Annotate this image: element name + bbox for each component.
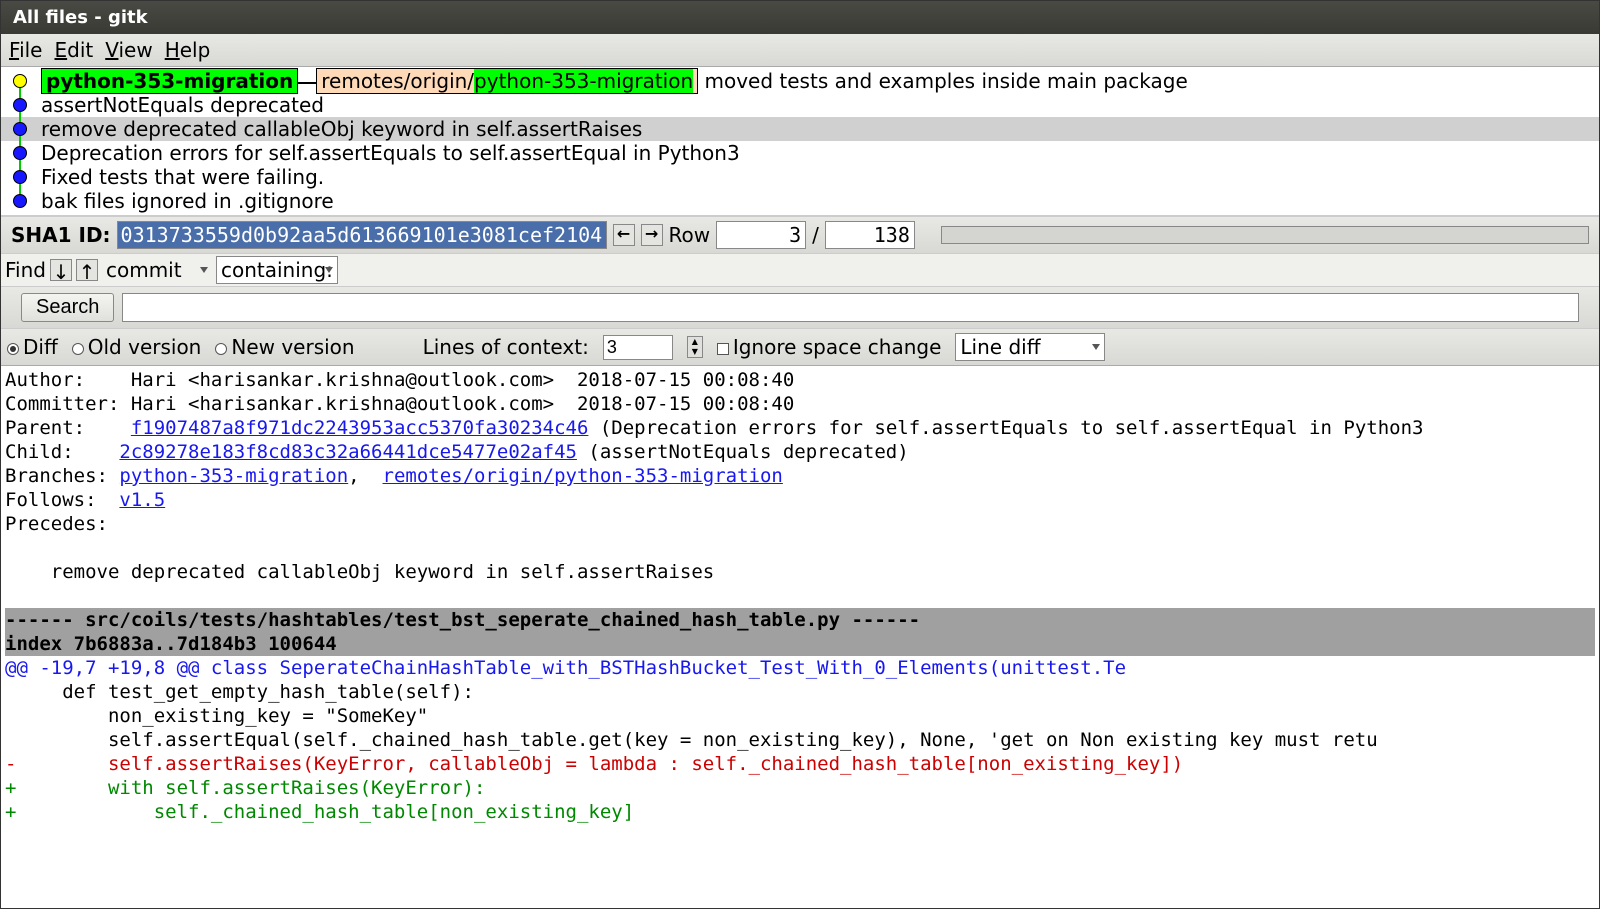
menu-view[interactable]: View xyxy=(105,38,152,62)
menubar: File Edit View Help xyxy=(1,34,1599,67)
branch-link-2[interactable]: remotes/origin/python-353-migration xyxy=(383,465,783,487)
checkbox-icon xyxy=(717,343,729,355)
gitk-window: All files - gitk File Edit View Help pyt… xyxy=(0,0,1600,909)
context-spinner[interactable]: ▲▼ xyxy=(687,336,703,358)
radio-new-icon xyxy=(215,343,227,355)
diff-hunk-header: @@ -19,7 +19,8 @@ class SeperateChainHas… xyxy=(5,657,1126,679)
row-current-input[interactable] xyxy=(716,221,806,249)
commit-dot-icon xyxy=(13,98,27,112)
commit-row[interactable]: Deprecation errors for self.assertEquals… xyxy=(1,141,1599,165)
find-next-button[interactable]: ↓ xyxy=(50,259,72,281)
branch-tag-local[interactable]: python-353-migration xyxy=(41,68,298,94)
commit-dot-icon xyxy=(13,122,27,136)
diff-context-line: non_existing_key = "SomeKey" xyxy=(5,705,428,727)
commit-dot-icon xyxy=(13,146,27,160)
radio-old-icon xyxy=(72,343,84,355)
parent-line: Parent: f1907487a8f971dc2243953acc5370fa… xyxy=(5,417,1423,439)
search-button[interactable]: Search xyxy=(21,293,114,322)
radio-diff[interactable]: Diff xyxy=(7,335,58,359)
follows-tag-link[interactable]: v1.5 xyxy=(119,489,165,511)
commit-message-cell: assertNotEquals deprecated xyxy=(39,93,1599,117)
tag-connector-icon xyxy=(298,82,316,84)
graph-column xyxy=(1,141,39,165)
commit-row[interactable]: python-353-migration remotes/origin/pytho… xyxy=(1,69,1599,93)
commit-dot-icon xyxy=(13,194,27,208)
diff-added-line: + with self.assertRaises(KeyError): xyxy=(5,777,485,799)
diff-file-header: ------ src/coils/tests/hashtables/test_b… xyxy=(5,608,1595,632)
menu-help[interactable]: Help xyxy=(165,38,211,62)
branch-tag-remote[interactable]: remotes/origin/python-353-migration xyxy=(316,68,698,94)
window-title: All files - gitk xyxy=(13,7,148,28)
sha-input[interactable] xyxy=(117,221,607,249)
diff-index-header: index 7b6883a..7d184b3 100644 xyxy=(5,632,1595,656)
commit-message-cell: python-353-migration remotes/origin/pytho… xyxy=(39,69,1599,93)
follows-line: Follows: v1.5 xyxy=(5,489,165,511)
find-scope-dropdown[interactable]: commit xyxy=(102,257,212,283)
diff-view-pane[interactable]: Author: Hari <harisankar.krishna@outlook… xyxy=(1,366,1599,908)
graph-column xyxy=(1,165,39,189)
diff-mode-dropdown[interactable]: Line diff xyxy=(955,333,1105,361)
radio-diff-icon xyxy=(7,343,19,355)
branch-link-1[interactable]: python-353-migration xyxy=(119,465,348,487)
menu-edit[interactable]: Edit xyxy=(54,38,93,62)
diff-context-line: self.assertEqual(self._chained_hash_tabl… xyxy=(5,729,1378,751)
window-titlebar: All files - gitk xyxy=(1,1,1599,34)
graph-column xyxy=(1,69,39,93)
sha-label: SHA1 ID: xyxy=(11,223,111,247)
branches-line: Branches: python-353-migration, remotes/… xyxy=(5,465,783,487)
find-mode-dropdown[interactable]: containing: xyxy=(216,256,338,284)
menu-file[interactable]: File xyxy=(9,38,42,62)
commit-graph-pane[interactable]: python-353-migration remotes/origin/pytho… xyxy=(1,67,1599,216)
find-bar: Find ↓ ↑ commit containing: xyxy=(1,254,1599,287)
child-sha-link[interactable]: 2c89278e183f8cd83c32a66441dce5477e02af45 xyxy=(119,441,577,463)
search-bar: Search xyxy=(1,287,1599,329)
commit-dot-icon xyxy=(13,170,27,184)
graph-column xyxy=(1,189,39,213)
nav-forward-button[interactable]: → xyxy=(641,224,663,246)
diff-options-bar: Diff Old version New version Lines of co… xyxy=(1,329,1599,366)
commit-dot-head-icon xyxy=(13,74,27,88)
commit-message-cell: bak files ignored in .gitignore xyxy=(39,189,1599,213)
radio-old-version[interactable]: Old version xyxy=(72,335,202,359)
child-line: Child: 2c89278e183f8cd83c32a66441dce5477… xyxy=(5,441,909,463)
chevron-down-icon[interactable]: ▼ xyxy=(688,347,702,357)
author-line: Author: Hari <harisankar.krishna@outlook… xyxy=(5,369,794,391)
precedes-line: Precedes: xyxy=(5,513,108,535)
radio-new-version[interactable]: New version xyxy=(215,335,354,359)
commit-row[interactable]: assertNotEquals deprecated xyxy=(1,93,1599,117)
sha-bar: SHA1 ID: ← → Row / xyxy=(1,216,1599,254)
graph-column xyxy=(1,117,39,141)
row-slash: / xyxy=(812,223,819,247)
commit-message-cell: Deprecation errors for self.assertEquals… xyxy=(39,141,1599,165)
find-label: Find xyxy=(5,258,46,282)
diff-removed-line: - self.assertRaises(KeyError, callableOb… xyxy=(5,753,1183,775)
row-total-input xyxy=(825,221,915,249)
context-label: Lines of context: xyxy=(423,335,589,359)
commit-row[interactable]: remove deprecated callableObj keyword in… xyxy=(1,117,1599,141)
diff-added-line: + self._chained_hash_table[non_existing_… xyxy=(5,801,634,823)
diff-context-line: def test_get_empty_hash_table(self): xyxy=(5,681,474,703)
find-prev-button[interactable]: ↑ xyxy=(76,259,98,281)
commit-row[interactable]: bak files ignored in .gitignore xyxy=(1,189,1599,213)
committer-line: Committer: Hari <harisankar.krishna@outl… xyxy=(5,393,794,415)
graph-column xyxy=(1,93,39,117)
commit-row[interactable]: Fixed tests that were failing. xyxy=(1,165,1599,189)
commit-message-cell: Fixed tests that were failing. xyxy=(39,165,1599,189)
search-input[interactable] xyxy=(122,293,1579,322)
context-lines-input[interactable] xyxy=(603,335,673,360)
row-label: Row xyxy=(669,223,711,247)
commit-message-cell: remove deprecated callableObj keyword in… xyxy=(39,117,1599,141)
ignore-space-checkbox[interactable]: Ignore space change xyxy=(717,335,942,359)
nav-back-button[interactable]: ← xyxy=(613,224,635,246)
parent-sha-link[interactable]: f1907487a8f971dc2243953acc5370fa30234c46 xyxy=(131,417,589,439)
commit-message: remove deprecated callableObj keyword in… xyxy=(5,561,714,583)
chevron-up-icon[interactable]: ▲ xyxy=(688,337,702,347)
horizontal-scrollbar[interactable] xyxy=(941,226,1589,244)
